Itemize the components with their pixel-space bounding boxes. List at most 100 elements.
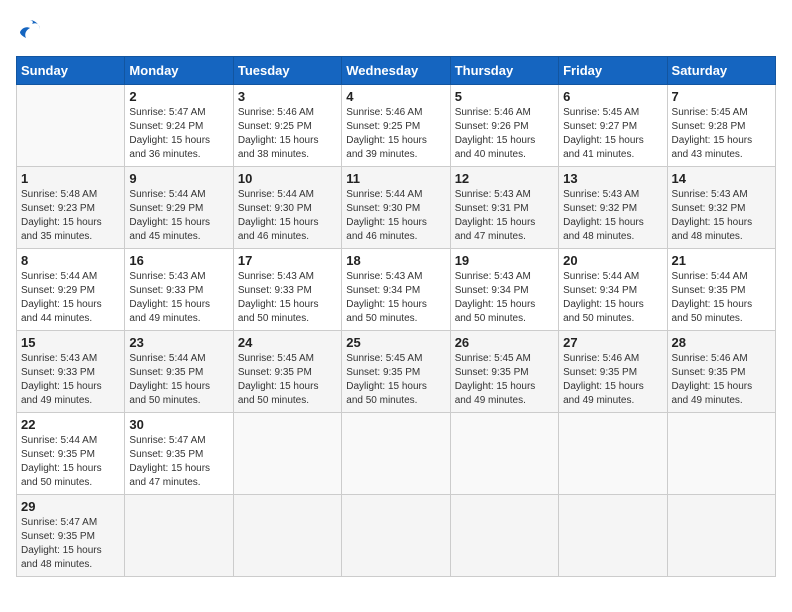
day-info: Sunrise: 5:48 AMSunset: 9:23 PMDaylight:…	[21, 188, 120, 244]
day-info: Sunrise: 5:46 AMSunset: 9:26 PMDaylight:…	[455, 106, 554, 162]
day-number: 29	[21, 499, 120, 514]
day-info: Sunrise: 5:44 AMSunset: 9:30 PMDaylight:…	[238, 188, 337, 244]
day-info: Sunrise: 5:43 AMSunset: 9:34 PMDaylight:…	[455, 270, 554, 326]
calendar-cell: 24 Sunrise: 5:45 AMSunset: 9:35 PMDayligh…	[233, 331, 341, 413]
day-info: Sunrise: 5:44 AMSunset: 9:29 PMDaylight:…	[129, 188, 228, 244]
day-number: 17	[238, 253, 337, 268]
calendar-cell: 15 Sunrise: 5:43 AMSunset: 9:33 PMDayligh…	[17, 331, 125, 413]
calendar-cell: 25 Sunrise: 5:45 AMSunset: 9:35 PMDayligh…	[342, 331, 450, 413]
day-number: 11	[346, 171, 445, 186]
calendar-cell: 23Sunrise: 5:44 AMSunset: 9:35 PMDayligh…	[125, 331, 233, 413]
day-number: 6	[563, 89, 662, 104]
day-number: 7	[672, 89, 771, 104]
day-number: 22	[21, 417, 120, 432]
day-info: Sunrise: 5:43 AMSunset: 9:33 PMDaylight:…	[129, 270, 228, 326]
day-number: 9	[129, 171, 228, 186]
calendar-cell: 17Sunrise: 5:43 AMSunset: 9:33 PMDayligh…	[233, 249, 341, 331]
calendar-cell	[233, 413, 341, 495]
calendar-cell: 10 Sunrise: 5:44 AMSunset: 9:30 PMDayligh…	[233, 167, 341, 249]
day-info: Sunrise: 5:45 AMSunset: 9:35 PMDaylight:…	[238, 352, 337, 408]
calendar-cell	[125, 495, 233, 577]
day-number: 20	[563, 253, 662, 268]
calendar-cell: 16Sunrise: 5:43 AMSunset: 9:33 PMDayligh…	[125, 249, 233, 331]
day-info: Sunrise: 5:44 AMSunset: 9:34 PMDaylight:…	[563, 270, 662, 326]
day-info: Sunrise: 5:46 AMSunset: 9:35 PMDaylight:…	[672, 352, 771, 408]
day-header-monday: Monday	[125, 57, 233, 85]
calendar-cell	[342, 495, 450, 577]
calendar-cell: 2Sunrise: 5:47 AMSunset: 9:24 PMDaylight…	[125, 85, 233, 167]
page-header	[16, 16, 776, 44]
calendar-cell: 20 Sunrise: 5:44 AMSunset: 9:34 PMDayligh…	[559, 249, 667, 331]
day-info: Sunrise: 5:45 AMSunset: 9:35 PMDaylight:…	[346, 352, 445, 408]
calendar-cell	[17, 85, 125, 167]
day-info: Sunrise: 5:43 AMSunset: 9:31 PMDaylight:…	[455, 188, 554, 244]
calendar-week-3: 15 Sunrise: 5:43 AMSunset: 9:33 PMDayligh…	[17, 331, 776, 413]
day-info: Sunrise: 5:44 AMSunset: 9:35 PMDaylight:…	[672, 270, 771, 326]
day-number: 8	[21, 253, 120, 268]
calendar-cell	[342, 413, 450, 495]
days-header-row: SundayMondayTuesdayWednesdayThursdayFrid…	[17, 57, 776, 85]
calendar-cell	[450, 413, 558, 495]
day-header-thursday: Thursday	[450, 57, 558, 85]
calendar-cell: 29Sunrise: 5:47 AMSunset: 9:35 PMDayligh…	[17, 495, 125, 577]
day-number: 15	[21, 335, 120, 350]
day-number: 24	[238, 335, 337, 350]
calendar-cell: 11 Sunrise: 5:44 AMSunset: 9:30 PMDayligh…	[342, 167, 450, 249]
day-number: 3	[238, 89, 337, 104]
calendar-cell	[667, 413, 775, 495]
calendar-cell: 3 Sunrise: 5:46 AMSunset: 9:25 PMDaylight…	[233, 85, 341, 167]
calendar-table: SundayMondayTuesdayWednesdayThursdayFrid…	[16, 56, 776, 577]
calendar-cell	[559, 413, 667, 495]
day-number: 5	[455, 89, 554, 104]
calendar-cell: 12 Sunrise: 5:43 AMSunset: 9:31 PMDayligh…	[450, 167, 558, 249]
calendar-cell: 18 Sunrise: 5:43 AMSunset: 9:34 PMDayligh…	[342, 249, 450, 331]
day-info: Sunrise: 5:45 AMSunset: 9:28 PMDaylight:…	[672, 106, 771, 162]
logo	[16, 16, 48, 44]
day-number: 13	[563, 171, 662, 186]
day-info: Sunrise: 5:43 AMSunset: 9:34 PMDaylight:…	[346, 270, 445, 326]
calendar-cell: 21 Sunrise: 5:44 AMSunset: 9:35 PMDayligh…	[667, 249, 775, 331]
day-number: 12	[455, 171, 554, 186]
day-header-sunday: Sunday	[17, 57, 125, 85]
calendar-week-0: 2Sunrise: 5:47 AMSunset: 9:24 PMDaylight…	[17, 85, 776, 167]
day-header-tuesday: Tuesday	[233, 57, 341, 85]
day-number: 23	[129, 335, 228, 350]
day-number: 18	[346, 253, 445, 268]
day-info: Sunrise: 5:46 AMSunset: 9:25 PMDaylight:…	[238, 106, 337, 162]
day-info: Sunrise: 5:44 AMSunset: 9:30 PMDaylight:…	[346, 188, 445, 244]
calendar-cell: 7 Sunrise: 5:45 AMSunset: 9:28 PMDaylight…	[667, 85, 775, 167]
calendar-cell	[233, 495, 341, 577]
day-info: Sunrise: 5:43 AMSunset: 9:33 PMDaylight:…	[21, 352, 120, 408]
day-info: Sunrise: 5:45 AMSunset: 9:27 PMDaylight:…	[563, 106, 662, 162]
day-number: 4	[346, 89, 445, 104]
calendar-cell: 27Sunrise: 5:46 AMSunset: 9:35 PMDayligh…	[559, 331, 667, 413]
calendar-cell	[667, 495, 775, 577]
calendar-cell: 22 Sunrise: 5:44 AMSunset: 9:35 PMDayligh…	[17, 413, 125, 495]
calendar-cell: 4Sunrise: 5:46 AMSunset: 9:25 PMDaylight…	[342, 85, 450, 167]
calendar-week-2: 8 Sunrise: 5:44 AMSunset: 9:29 PMDaylight…	[17, 249, 776, 331]
calendar-cell: 19Sunrise: 5:43 AMSunset: 9:34 PMDayligh…	[450, 249, 558, 331]
calendar-cell: 6 Sunrise: 5:45 AMSunset: 9:27 PMDaylight…	[559, 85, 667, 167]
day-info: Sunrise: 5:46 AMSunset: 9:35 PMDaylight:…	[563, 352, 662, 408]
day-info: Sunrise: 5:47 AMSunset: 9:24 PMDaylight:…	[129, 106, 228, 162]
day-info: Sunrise: 5:44 AMSunset: 9:35 PMDaylight:…	[21, 434, 120, 490]
calendar-week-5: 29Sunrise: 5:47 AMSunset: 9:35 PMDayligh…	[17, 495, 776, 577]
day-number: 1	[21, 171, 120, 186]
day-header-saturday: Saturday	[667, 57, 775, 85]
day-number: 10	[238, 171, 337, 186]
calendar-cell	[450, 495, 558, 577]
day-header-friday: Friday	[559, 57, 667, 85]
calendar-cell	[559, 495, 667, 577]
calendar-cell: 9 Sunrise: 5:44 AMSunset: 9:29 PMDaylight…	[125, 167, 233, 249]
day-info: Sunrise: 5:43 AMSunset: 9:32 PMDaylight:…	[672, 188, 771, 244]
day-number: 28	[672, 335, 771, 350]
calendar-cell: 13Sunrise: 5:43 AMSunset: 9:32 PMDayligh…	[559, 167, 667, 249]
calendar-cell: 1 Sunrise: 5:48 AMSunset: 9:23 PMDaylight…	[17, 167, 125, 249]
day-number: 21	[672, 253, 771, 268]
calendar-week-1: 1 Sunrise: 5:48 AMSunset: 9:23 PMDaylight…	[17, 167, 776, 249]
day-info: Sunrise: 5:44 AMSunset: 9:29 PMDaylight:…	[21, 270, 120, 326]
day-number: 25	[346, 335, 445, 350]
calendar-cell: 8 Sunrise: 5:44 AMSunset: 9:29 PMDaylight…	[17, 249, 125, 331]
calendar-week-4: 22 Sunrise: 5:44 AMSunset: 9:35 PMDayligh…	[17, 413, 776, 495]
day-header-wednesday: Wednesday	[342, 57, 450, 85]
